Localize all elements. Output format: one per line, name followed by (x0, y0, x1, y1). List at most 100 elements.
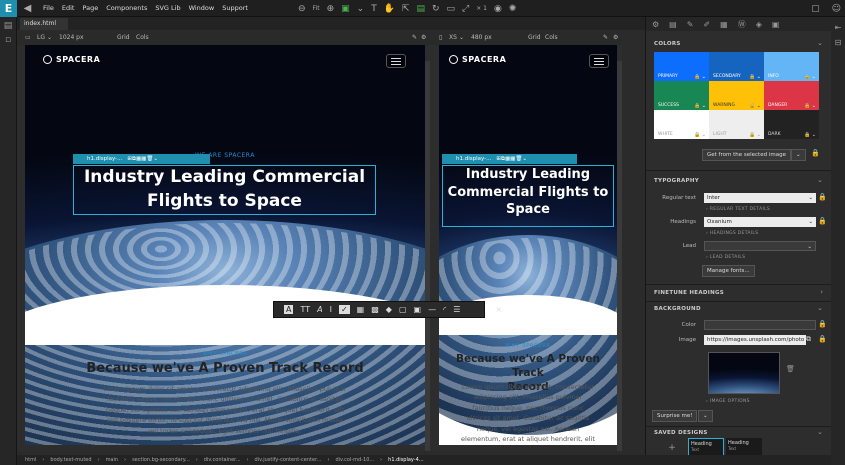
fill-icon[interactable]: ◆ (386, 305, 392, 314)
swatch-secondary[interactable]: SECONDARY 🔒 ⌄ (709, 52, 764, 81)
brand-logo[interactable]: SPACERA (43, 55, 100, 64)
app-logo[interactable]: E (0, 0, 17, 17)
swatch-light[interactable]: LIGHT 🔒 ⌄ (709, 110, 764, 139)
pattern-icon[interactable]: ▩ (371, 305, 379, 314)
menu-components[interactable]: Components (106, 0, 147, 17)
brand-logo-xs[interactable]: SPACERA (449, 55, 506, 64)
swatch-success[interactable]: SUCCESS 🔒 ⌄ (654, 81, 709, 110)
close-icon[interactable]: × (495, 305, 502, 314)
tab-style-icon[interactable]: ✎ (687, 20, 694, 29)
hero-heading-box-xs[interactable]: Industry Leading Commercial Flights to Spa… (442, 165, 614, 227)
regular-text-select[interactable]: Inter ⌄ (704, 193, 816, 203)
lock-icon[interactable]: 🔒 (811, 149, 820, 157)
chevron-down-icon[interactable]: ⌄ (459, 31, 464, 45)
eye-icon[interactable]: ◉ (494, 4, 502, 14)
monitor-icon[interactable]: ▭ (25, 31, 31, 45)
border-icon[interactable]: ▢ (399, 305, 407, 314)
lock-icon[interactable]: 🔒 ⌄ (694, 132, 706, 138)
chevron-down-icon[interactable]: ⌄ (817, 304, 823, 312)
breadcrumb-item[interactable]: div.container... (204, 455, 241, 465)
cols-toggle-xs[interactable]: Cols (545, 31, 558, 45)
image-options[interactable]: › IMAGE OPTIONS (706, 399, 750, 404)
swatch-info[interactable]: INFO 🔒 ⌄ (764, 52, 819, 81)
hamburger-icon[interactable] (386, 54, 406, 68)
chevron-right-icon[interactable]: › (820, 288, 823, 296)
chevron-down-icon[interactable]: ⌄ (817, 428, 823, 436)
chevron-down-icon[interactable]: ⌄ (47, 31, 52, 45)
menu-page[interactable]: Page (82, 0, 98, 17)
gear-icon[interactable]: ⚙ (613, 31, 618, 45)
collapse-icon[interactable]: ⊟ (831, 38, 845, 47)
lock-icon[interactable]: 🔒 ⌄ (804, 103, 816, 109)
lock-icon[interactable]: 🔒 ⌄ (804, 74, 816, 80)
pane-lg-size[interactable]: LG (37, 31, 45, 45)
color-grid-icon[interactable]: ▦ (357, 305, 365, 314)
regular-text-details[interactable]: › REGULAR TEXT DETAILS (706, 207, 770, 212)
menu-support[interactable]: Support (222, 0, 248, 17)
pages-icon[interactable]: ▤ (0, 21, 16, 31)
scrollbar-lg[interactable] (425, 61, 430, 451)
font-size-icon[interactable]: TT (300, 305, 310, 314)
grid-toggle[interactable]: Grid (117, 31, 130, 45)
pane-xs-size[interactable]: XS (449, 31, 457, 45)
italic-icon[interactable]: A (317, 305, 322, 314)
line-icon[interactable]: — (428, 305, 436, 314)
layout-icon[interactable]: ▣ (341, 4, 350, 14)
tab-layers-icon[interactable]: ◈ (756, 20, 762, 29)
hand-tool-icon[interactable]: ✋ (384, 4, 395, 14)
canvas-xs[interactable]: SPACERA h1.display-... ⊞⧉▦▦🗑⌄ Industry Le… (439, 45, 617, 445)
preview-icon[interactable]: ▭ (447, 4, 456, 14)
finetune-headings-title[interactable]: FINETUNE HEADINGS (654, 290, 724, 296)
swatch-danger[interactable]: DANGER 🔒 ⌄ (764, 81, 819, 110)
lead-select[interactable]: ⌄ (704, 241, 816, 251)
back-icon[interactable]: ◀ (19, 0, 36, 17)
lock-icon[interactable]: 🔒 ⌄ (749, 103, 761, 109)
tab-files-icon[interactable]: ▤ (669, 20, 677, 29)
refresh-icon[interactable]: ↻ (432, 4, 440, 14)
menu-edit[interactable]: Edit (62, 0, 75, 17)
bg-color-input[interactable] (704, 320, 816, 330)
lock-icon[interactable]: 🔒 ⌄ (694, 74, 706, 80)
shadow-icon[interactable]: ▣ (414, 305, 422, 314)
lock-icon[interactable]: 🔒 (818, 335, 827, 343)
get-from-image-button[interactable]: Get from the selected image (702, 149, 791, 161)
lock-icon[interactable]: 🔒 ⌄ (749, 132, 761, 138)
lead-details[interactable]: › LEAD DETAILS (706, 255, 745, 260)
tab-edit-icon[interactable]: ✐ (703, 20, 710, 29)
menu-svg-lib[interactable]: SVG Lib (155, 0, 180, 17)
sliders-icon[interactable]: ☰ (453, 305, 460, 314)
tab-code-icon[interactable]: ▦ (720, 20, 728, 29)
headings-select[interactable]: Oxanium ⌄ (704, 217, 816, 227)
check-icon[interactable]: ✓ (338, 305, 350, 314)
zoom-in-icon[interactable]: ⊕ (327, 4, 335, 14)
tab-theme-icon[interactable]: ▣ (772, 20, 780, 29)
tab-settings-icon[interactable]: ⚙ (652, 20, 659, 29)
breadcrumb-item-active[interactable]: h1.display-4... (388, 455, 423, 465)
phone-icon[interactable]: ▯ (439, 31, 442, 45)
chevron-down-icon[interactable]: ⌄ (817, 39, 823, 47)
lock-icon[interactable]: 🔒 ⌄ (804, 132, 816, 138)
lock-icon[interactable]: ▫ (0, 35, 16, 45)
lock-icon[interactable]: 🔒 ⌄ (694, 103, 706, 109)
pen-icon[interactable]: ✎ (412, 31, 417, 45)
breadcrumb-item[interactable]: div.justify-content-center... (255, 455, 322, 465)
pen-icon[interactable]: ✎ (603, 31, 608, 45)
settings-icon[interactable]: ✺ (509, 4, 517, 14)
hero-heading-box[interactable]: Industry Leading Commercial Flights to S… (73, 165, 376, 215)
zoom-level[interactable]: × 1 (476, 5, 487, 12)
lock-icon[interactable]: 🔒 (818, 320, 827, 328)
pointer-icon[interactable]: ⇱ (402, 4, 410, 14)
radius-icon[interactable]: ◜ (443, 305, 446, 314)
chevron-down-icon[interactable]: ⌄ (357, 4, 365, 14)
element-selector-badge-xs[interactable]: h1.display-... ⊞⧉▦▦🗑⌄ (442, 154, 577, 164)
expand-panel-icon[interactable]: ⇤ (831, 23, 845, 32)
trash-icon[interactable]: 🗑 (786, 365, 795, 373)
chevron-down-icon[interactable]: ⌄ (791, 149, 806, 161)
breadcrumb-item[interactable]: main (106, 455, 119, 465)
chevron-down-icon[interactable]: ⌄ (817, 176, 823, 184)
fit-label[interactable]: Fit (313, 5, 320, 12)
manage-fonts-button[interactable]: Manage fonts... (702, 265, 755, 277)
lock-icon[interactable]: 🔒 (818, 217, 827, 225)
hamburger-icon[interactable] (589, 54, 609, 68)
chevron-down-icon[interactable]: ⌄ (698, 410, 713, 422)
